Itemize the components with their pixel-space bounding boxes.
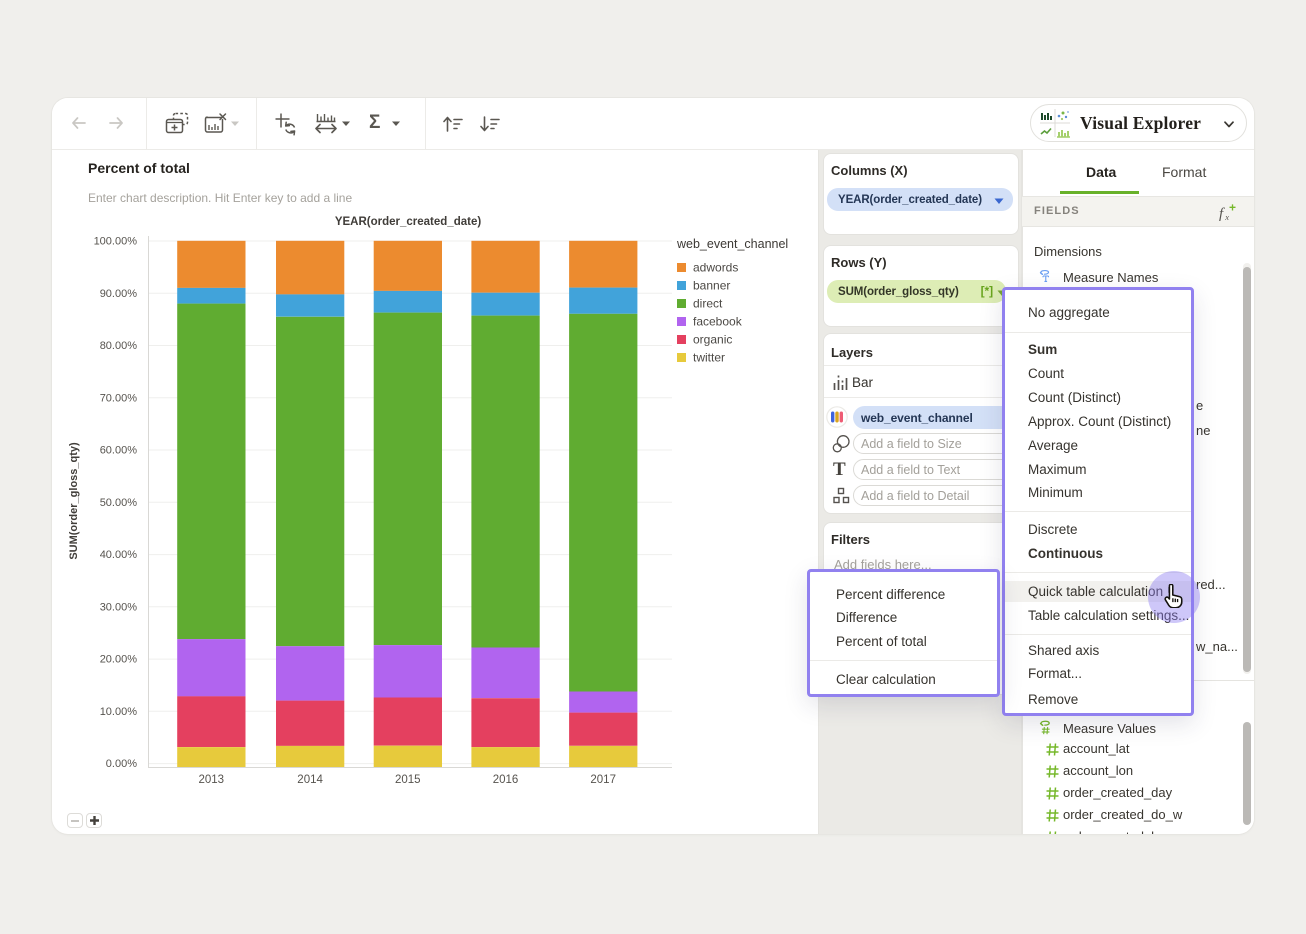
svg-text:direct: direct <box>693 297 723 311</box>
svg-text:2016: 2016 <box>493 774 519 786</box>
svg-text:50.00%: 50.00% <box>100 497 138 509</box>
svg-text:twitter: twitter <box>693 351 725 365</box>
svg-text:2014: 2014 <box>297 774 323 786</box>
svg-text:20.00%: 20.00% <box>100 654 138 666</box>
svg-text:40.00%: 40.00% <box>100 549 138 561</box>
svg-text:0.00%: 0.00% <box>106 758 137 770</box>
svg-text:90.00%: 90.00% <box>100 288 138 300</box>
svg-text:30.00%: 30.00% <box>100 601 138 613</box>
svg-text:2015: 2015 <box>395 774 421 786</box>
svg-text:70.00%: 70.00% <box>100 392 138 404</box>
svg-text:YEAR(order_created_date): YEAR(order_created_date) <box>335 216 482 228</box>
svg-text:web_event_channel: web_event_channel <box>676 237 788 251</box>
svg-text:2013: 2013 <box>199 774 225 786</box>
svg-text:SUM(order_gloss_qty): SUM(order_gloss_qty) <box>68 442 80 560</box>
svg-text:facebook: facebook <box>693 315 743 329</box>
svg-text:+: + <box>1229 202 1236 215</box>
svg-text:80.00%: 80.00% <box>100 340 138 352</box>
svg-text:100.00%: 100.00% <box>94 236 138 248</box>
svg-text:adwords: adwords <box>693 261 738 275</box>
svg-text:60.00%: 60.00% <box>100 445 138 457</box>
svg-text:2017: 2017 <box>590 774 616 786</box>
svg-text:f: f <box>1219 206 1225 221</box>
svg-text:banner: banner <box>693 279 730 293</box>
svg-text:organic: organic <box>693 333 732 347</box>
svg-text:10.00%: 10.00% <box>100 706 138 718</box>
